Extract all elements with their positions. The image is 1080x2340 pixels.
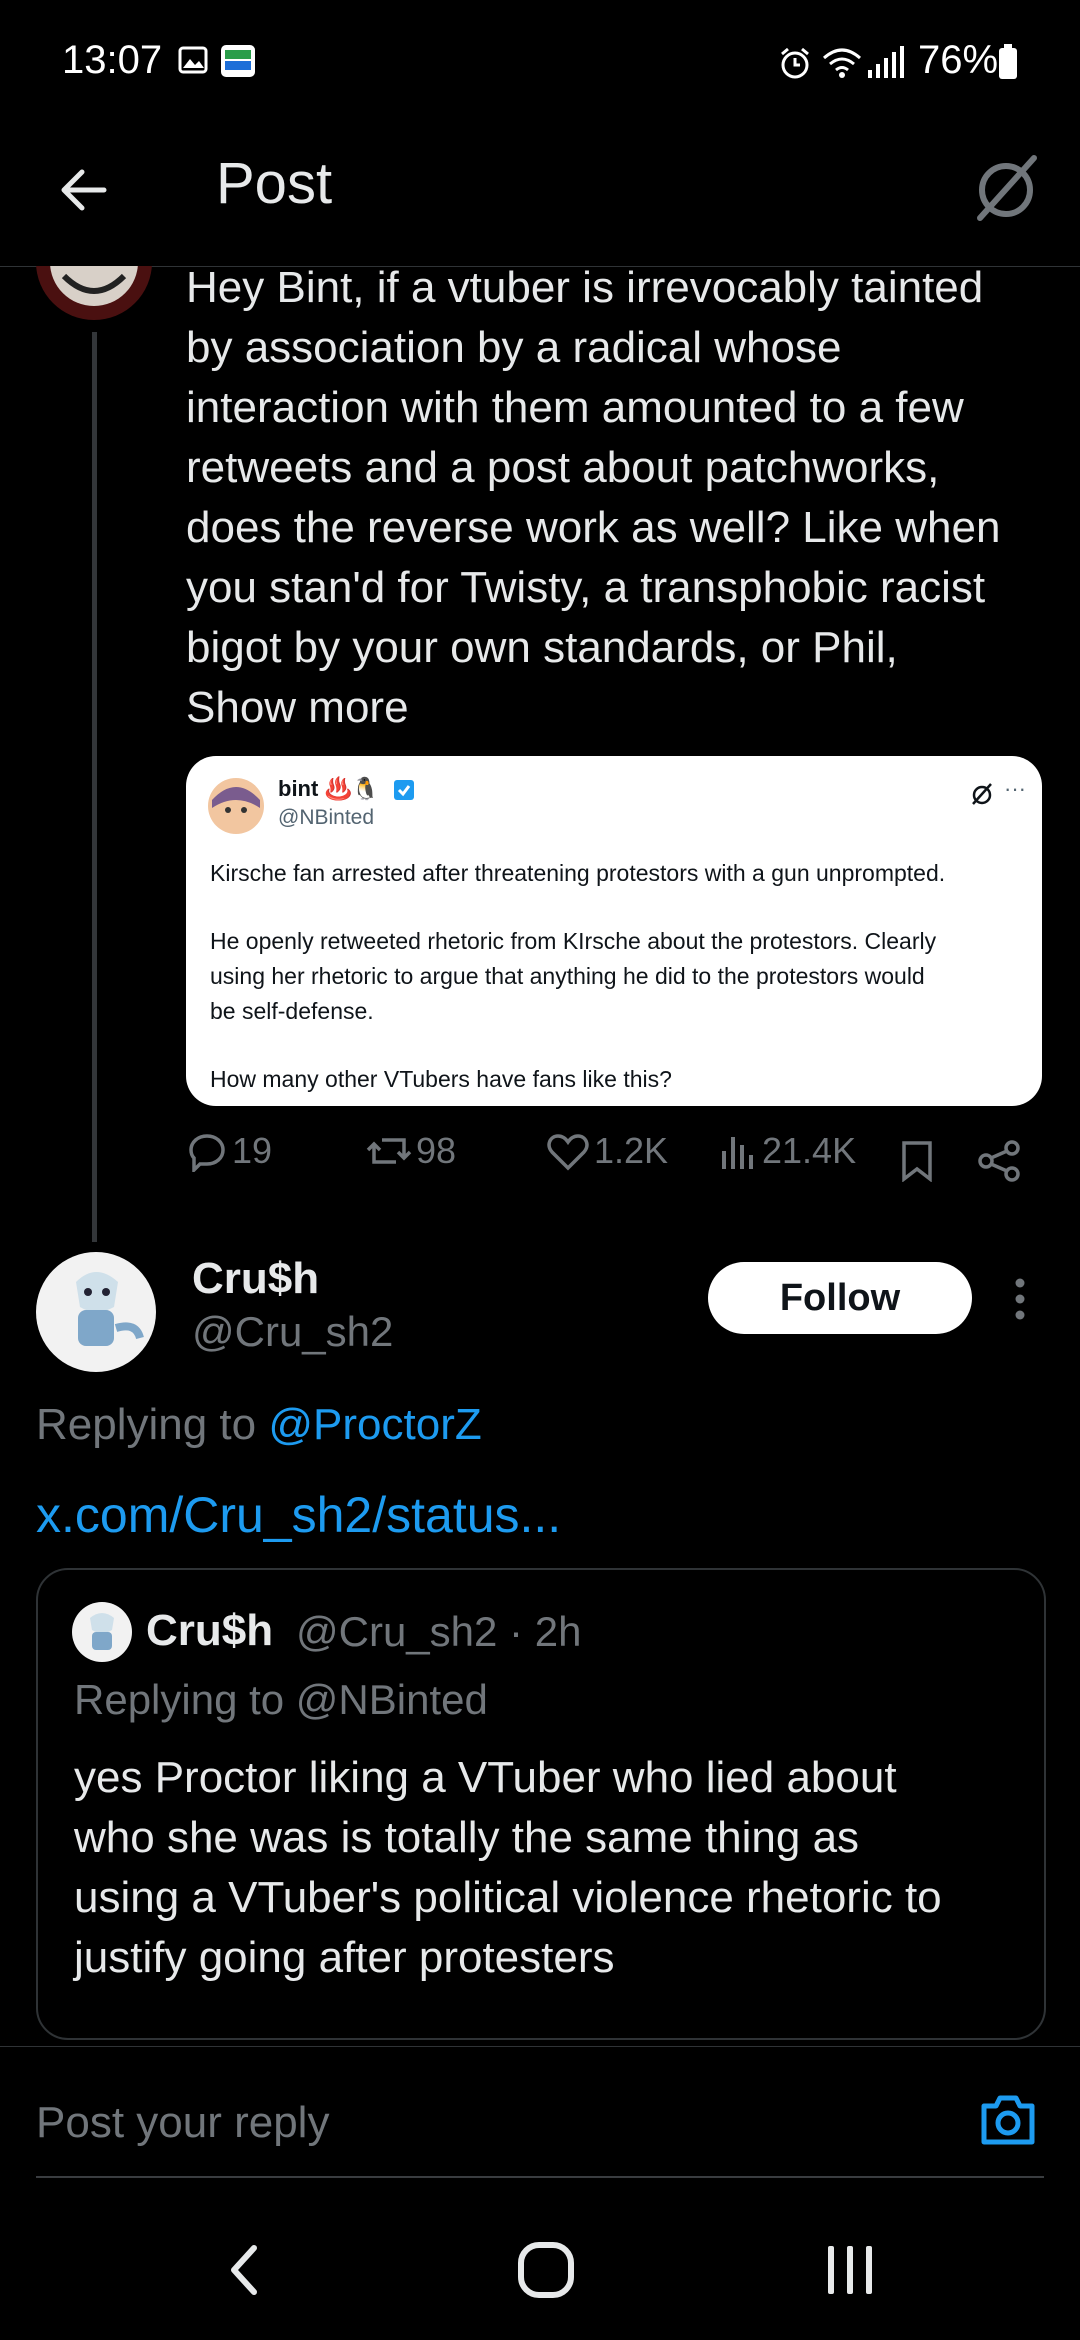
quoted-avatar bbox=[208, 778, 264, 834]
post-text-line: Hey Bint, if a vtuber is irrevocably tai… bbox=[186, 263, 984, 312]
replying-to-line: Replying to @ProctorZ bbox=[36, 1400, 482, 1450]
parent-post-text: Hey Bint, if a vtuber is irrevocably tai… bbox=[186, 258, 1056, 738]
signal-icon bbox=[866, 46, 906, 80]
quoted-line: How many other VTubers have fans like th… bbox=[210, 1066, 672, 1092]
quoted-name: bint bbox=[278, 776, 319, 801]
system-nav-bar bbox=[0, 2190, 1080, 2340]
post-text-line: interaction with them amounted to a few bbox=[186, 383, 964, 432]
repost-count: 98 bbox=[416, 1130, 457, 1171]
top-bar bbox=[0, 130, 1080, 267]
back-arrow-icon[interactable] bbox=[56, 162, 112, 218]
embed-text-line: justify going after protesters bbox=[74, 1933, 615, 1982]
post-text-line: bigot by your own standards, or Phil, bbox=[186, 623, 898, 672]
reply-author-name[interactable]: Cru$h bbox=[192, 1254, 319, 1304]
post-text-line: you stan'd for Twisty, a transphobic rac… bbox=[186, 563, 986, 612]
nav-back-icon[interactable] bbox=[224, 2240, 264, 2300]
like-icon bbox=[546, 1130, 590, 1172]
reply-author-handle[interactable]: @Cru_sh2 bbox=[192, 1308, 393, 1356]
parent-avatar[interactable] bbox=[36, 266, 152, 322]
reply-input[interactable]: Post your reply bbox=[36, 2098, 936, 2148]
reply-count: 19 bbox=[232, 1130, 273, 1171]
quoted-line: using her rhetoric to argue that anythin… bbox=[210, 963, 925, 989]
composer-divider bbox=[36, 2176, 1044, 2178]
app-notification-icon bbox=[220, 44, 256, 78]
wifi-icon bbox=[822, 46, 862, 78]
like-count: 1.2K bbox=[594, 1130, 669, 1171]
like-action[interactable]: 1.2K bbox=[546, 1130, 668, 1172]
views-action[interactable]: 21.4K bbox=[720, 1130, 856, 1172]
share-icon[interactable] bbox=[978, 1140, 1022, 1182]
page-title: Post bbox=[216, 151, 333, 216]
camera-icon[interactable] bbox=[978, 2092, 1038, 2148]
status-time: 13:07 bbox=[62, 38, 163, 82]
reply-icon bbox=[186, 1130, 228, 1172]
embed-avatar bbox=[72, 1602, 132, 1662]
follow-button[interactable]: Follow bbox=[708, 1262, 972, 1334]
quoted-grok-icon bbox=[970, 782, 994, 806]
repost-action[interactable]: 98 bbox=[366, 1130, 456, 1172]
quoted-more-icon: ··· bbox=[1004, 776, 1026, 801]
quoted-emoji: ♨️🐧 bbox=[324, 776, 380, 801]
embed-text-line: who she was is totally the same thing as bbox=[74, 1813, 860, 1862]
embed-author-name: Cru$h bbox=[146, 1606, 274, 1655]
battery-percent: 76% bbox=[918, 38, 999, 82]
embed-replying: Replying to @NBinted bbox=[74, 1676, 488, 1723]
post-text-line: does the reverse work as well? Like when bbox=[186, 503, 1001, 552]
quoted-line: be self-defense. bbox=[210, 998, 374, 1024]
post-text-line: by association by a radical whose bbox=[186, 323, 842, 372]
nav-home-icon[interactable] bbox=[516, 2240, 576, 2300]
more-icon[interactable] bbox=[1008, 1276, 1032, 1322]
embed-text-line: using a VTuber's political violence rhet… bbox=[74, 1873, 942, 1922]
show-more-link[interactable]: Show more bbox=[186, 678, 1056, 738]
embed-text-line: yes Proctor liking a VTuber who lied abo… bbox=[74, 1753, 897, 1802]
views-icon bbox=[720, 1131, 756, 1171]
bookmark-icon[interactable] bbox=[900, 1140, 934, 1182]
quoted-line: He openly retweeted rhetoric from KIrsch… bbox=[210, 928, 937, 954]
battery-icon bbox=[998, 44, 1018, 80]
status-link[interactable]: x.com/Cru_sh2/status... bbox=[36, 1486, 561, 1544]
alarm-icon bbox=[778, 46, 812, 80]
replying-to-link[interactable]: @ProctorZ bbox=[268, 1400, 481, 1449]
quoted-post-card[interactable]: bint ♨️🐧 @NBinted ··· Kirsche fan arrest… bbox=[186, 756, 1042, 1106]
reply-action[interactable]: 19 bbox=[186, 1130, 272, 1172]
post-text-line: retweets and a post about patchworks, bbox=[186, 443, 940, 492]
grok-icon[interactable] bbox=[970, 152, 1042, 224]
replying-prefix: Replying to bbox=[36, 1400, 269, 1449]
gallery-icon bbox=[178, 46, 208, 74]
embed-handle-time: @Cru_sh2 · 2h bbox=[296, 1608, 582, 1655]
repost-icon bbox=[366, 1130, 412, 1172]
status-bar: 13:07 76% bbox=[0, 0, 1080, 130]
reply-avatar[interactable] bbox=[36, 1252, 156, 1372]
views-count: 21.4K bbox=[762, 1130, 857, 1171]
quoted-line: Kirsche fan arrested after threatening p… bbox=[210, 860, 946, 886]
embedded-post[interactable]: Cru$h @Cru_sh2 · 2h Replying to @NBinted… bbox=[36, 1568, 1046, 2040]
thread-line bbox=[92, 332, 97, 1242]
nav-recents-icon[interactable] bbox=[820, 2242, 880, 2298]
quoted-handle: @NBinted bbox=[278, 806, 375, 829]
verified-badge-icon bbox=[394, 780, 414, 800]
